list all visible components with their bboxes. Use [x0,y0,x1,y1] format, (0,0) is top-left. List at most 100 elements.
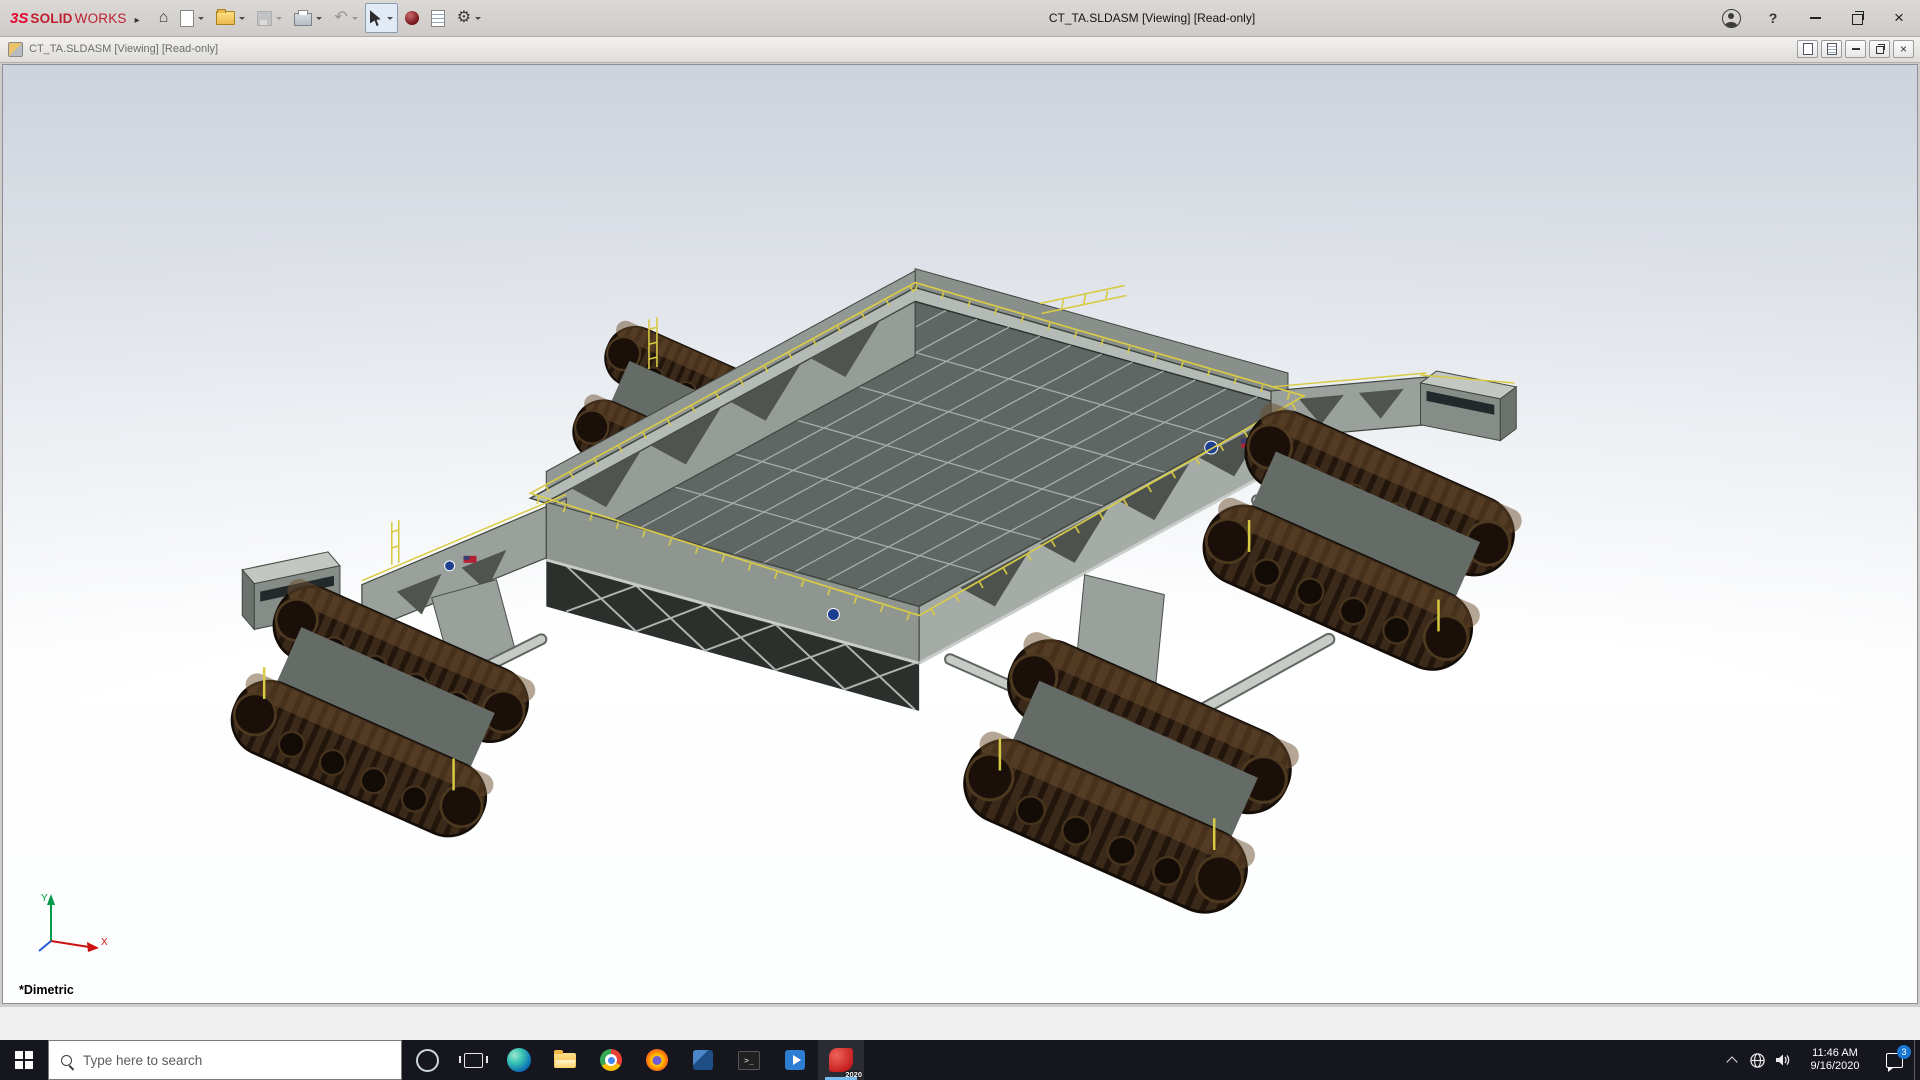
clock-date: 9/16/2020 [1810,1060,1860,1072]
doc-pane-button-2[interactable] [1821,40,1842,58]
start-button[interactable] [0,1040,48,1080]
taskbar-item-terminal[interactable]: >_ [726,1040,772,1080]
task-view-icon [458,1052,488,1068]
taskbar-item-edge[interactable] [496,1040,542,1080]
triad-y-label: Y [41,893,48,904]
options-gear-icon: ⚙ [456,9,472,26]
dropdown-caret-icon [351,17,358,23]
document-title: CT_TA.SLDASM [Viewing] [Read-only] [29,43,219,55]
speaker-icon [1776,1054,1790,1066]
assembly-document-icon [8,41,23,57]
show-desktop-button[interactable] [1914,1040,1920,1080]
dropdown-caret-icon[interactable] [386,17,393,23]
minimize-icon [1809,17,1821,19]
triad-x-label: X [101,937,108,948]
windows-start-icon [15,1051,33,1069]
doc-close-button[interactable]: × [1893,40,1914,58]
taskbar-item-cortana[interactable] [404,1040,450,1080]
select-tool-button[interactable] [364,3,398,33]
video-app-icon [785,1050,805,1070]
cube-app-icon [693,1050,713,1070]
reference-triad[interactable]: Y X [29,887,119,959]
close-icon: × [1894,7,1904,27]
taskbar-item-firefox[interactable] [634,1040,680,1080]
terminal-icon: >_ [738,1050,760,1070]
network-globe-icon [1749,1052,1765,1068]
options-button[interactable]: ⚙ [452,3,486,33]
taskbar-apps: >_ 2020 [404,1040,864,1080]
hidden-icons-button[interactable] [1720,1040,1744,1080]
document-frame: Y X *Dimetric [0,62,1920,1006]
file-explorer-icon [554,1049,576,1068]
minimize-button[interactable] [1794,0,1836,36]
quick-access-toolbar: ⌂ ↶ ⚙ [154,3,486,33]
home-button[interactable]: ⌂ [154,3,174,33]
taskbar-item-file-explorer[interactable] [542,1040,588,1080]
user-account-icon [1721,8,1741,28]
edge-icon [507,1048,531,1072]
close-button[interactable]: × [1878,0,1920,36]
dropdown-caret-icon[interactable] [316,17,323,23]
new-document-button[interactable] [175,3,209,33]
doc-minimize-button[interactable] [1845,40,1866,58]
print-icon [294,10,313,26]
taskbar-item-solidworks[interactable]: 2020 [818,1040,864,1080]
doc-pane-button-1[interactable] [1797,40,1818,58]
help-button[interactable]: ? [1752,0,1794,36]
file-properties-button[interactable] [426,3,450,33]
undo-icon: ↶ [334,9,348,26]
dropdown-caret-icon [276,17,283,23]
notification-badge: 3 [1897,1045,1911,1059]
doc-restore-button[interactable] [1869,40,1890,58]
chevron-up-icon [1726,1055,1738,1068]
solidworks-version-badge: 2020 [845,1070,862,1079]
sign-in-button[interactable] [1710,0,1752,36]
taskbar-item-video-app[interactable] [772,1040,818,1080]
window-title: CT_TA.SLDASM [Viewing] [Read-only] [1048,11,1256,25]
search-input[interactable] [81,1051,365,1069]
new-document-icon [180,9,195,27]
open-button[interactable] [211,3,250,33]
taskbar-clock[interactable]: 11:46 AM 9/16/2020 [1796,1047,1874,1073]
firefox-icon [646,1049,668,1071]
taskbar: >_ 2020 11:46 AM 9/16/2020 [0,1040,1920,1080]
taskbar-item-chrome[interactable] [588,1040,634,1080]
document-titlebar: CT_TA.SLDASM [Viewing] [Read-only] × [0,36,1920,63]
restore-icon [1875,43,1885,54]
graphics-area[interactable]: Y X *Dimetric [2,64,1918,1004]
volume-button[interactable] [1770,1040,1796,1080]
view-orientation-label: *Dimetric [19,983,74,997]
taskbar-search[interactable] [48,1040,402,1080]
track-assembly-front [950,626,1305,927]
restore-button[interactable] [1836,0,1878,36]
menu-expand-icon[interactable]: ▸ [135,15,140,26]
document-window-controls: × [1797,40,1914,58]
render-sphere-icon [404,11,419,25]
help-icon: ? [1768,10,1778,26]
dropdown-caret-icon[interactable] [198,17,205,23]
page-lines-icon [1826,43,1837,55]
minimize-icon [1851,48,1860,50]
undo-button[interactable]: ↶ [329,3,362,33]
window-controls: ? × [1710,0,1920,36]
page-icon [1802,43,1813,55]
restore-icon [1851,10,1865,25]
network-button[interactable] [1744,1040,1770,1080]
render-tools-button[interactable] [400,3,424,33]
file-properties-icon [430,9,445,27]
3ds-logo-mark: 3S [10,9,29,27]
print-button[interactable] [289,3,327,33]
clock-time: 11:46 AM [1812,1047,1858,1059]
taskbar-item-task-view[interactable] [450,1040,496,1080]
status-strip [0,1006,1920,1041]
dropdown-caret-icon[interactable] [239,17,246,23]
chrome-icon [600,1049,622,1071]
action-center-button[interactable]: 3 [1874,1040,1914,1080]
close-icon: × [1899,42,1907,56]
dropdown-caret-icon[interactable] [475,17,482,23]
save-button[interactable] [252,3,287,33]
taskbar-item-cube-app[interactable] [680,1040,726,1080]
crawler-transporter-model [219,268,1528,927]
open-folder-icon [216,9,236,25]
search-icon [61,1054,72,1066]
